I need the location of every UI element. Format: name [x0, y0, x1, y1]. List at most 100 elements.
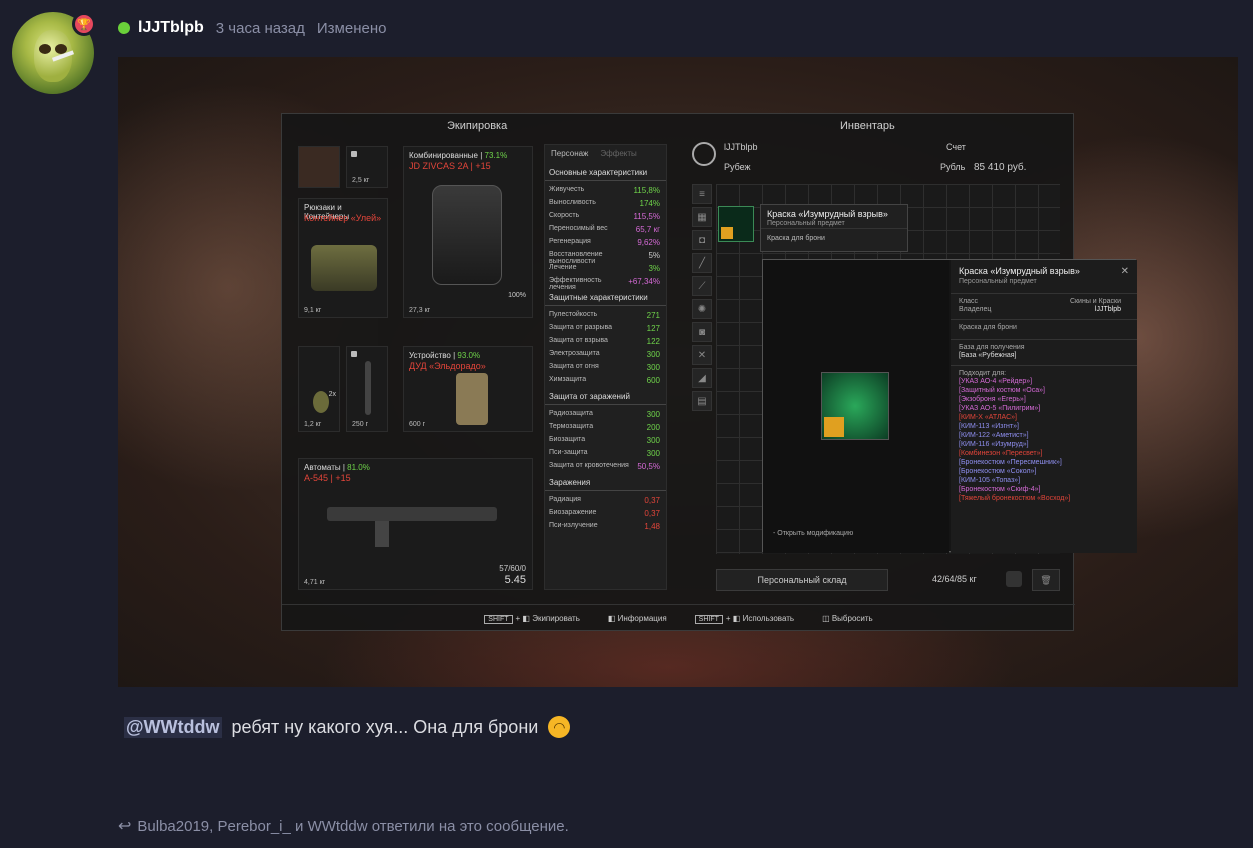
detail-personal: Персональный предмет — [951, 276, 1137, 294]
stat-row: Электрозащита 300 — [545, 348, 666, 361]
grenade-slot[interactable]: 2x 1,2 кг — [298, 346, 340, 432]
stat-value: 3% — [648, 264, 660, 273]
stat-row: Регенерация 9,62% — [545, 236, 666, 249]
stat-row: Восстановление выносливости 5% — [545, 249, 666, 265]
tab-effects[interactable]: Эффекты — [594, 145, 642, 163]
stat-name: Биозаражение — [549, 509, 597, 516]
base-value: [База «Рубежная] — [951, 351, 1137, 366]
close-icon[interactable]: ✕ — [1121, 266, 1129, 277]
inventory-filter-bar: ≡ ▦ ◘ ╱ ⟋ ✺ ◙ ✕ ◢ ▤ — [692, 184, 714, 414]
paint-item-cell[interactable] — [718, 206, 754, 242]
stat-name: Электрозащита — [549, 350, 600, 357]
main-stats-header: Основные характеристики — [545, 163, 666, 181]
stat-value: 200 — [646, 423, 660, 432]
lock-icon — [351, 151, 357, 157]
compatible-item: [УКАЗ АО-4 «Рейдер»] — [959, 378, 1033, 385]
lock-icon — [351, 351, 357, 357]
compatible-item: [УКАЗ АО-5 «Пилигрим»] — [959, 405, 1041, 412]
container-image — [311, 245, 377, 291]
compatible-item: [Комбинезон «Пересвет»] — [959, 450, 1043, 457]
player-name: lJJTblpb — [724, 142, 758, 152]
compatible-item: [Тяжелый бронекостюм «Восход»] — [959, 495, 1071, 502]
item-info-panel: Краска «Изумрудный взрыв» ✕ Персональный… — [951, 260, 1137, 553]
compatible-item: [КИМ-116 «Изумруд»] — [959, 441, 1029, 448]
hint-equip: SHIFT + ◧ Экипировать — [484, 614, 580, 624]
stat-row: Радиозащита 300 — [545, 408, 666, 421]
armor-filter-icon[interactable]: ◘ — [692, 230, 712, 250]
stat-row: Радиация 0,37 — [545, 494, 666, 507]
stat-name: Защита от разрыва — [549, 324, 613, 331]
stat-value: 300 — [646, 410, 660, 419]
camera-filter-icon[interactable]: ◙ — [692, 322, 712, 342]
stat-value: 115,8% — [633, 186, 660, 195]
stat-value: 115,5% — [633, 212, 660, 221]
user-mention[interactable]: @WWtddw — [124, 716, 222, 738]
paint-preview-image — [821, 372, 889, 440]
list-view-icon[interactable]: ≡ — [692, 184, 712, 204]
armor-durability: 100% — [508, 292, 526, 299]
grenade-image — [313, 391, 329, 413]
device-slot[interactable]: Устройство | 93.0% ДУД «Эльдорадо» 600 г — [403, 346, 533, 432]
stat-value: 9,62% — [637, 238, 660, 247]
stat-row: Защита от разрыва 127 — [545, 322, 666, 335]
tools-filter-icon[interactable]: ✕ — [692, 345, 712, 365]
stat-row: Пулестойкость 271 — [545, 309, 666, 322]
inf-stats-header: Заражения — [545, 473, 666, 491]
weapon-filter-icon[interactable]: ╱ — [692, 253, 712, 273]
stat-name: Защита от взрыва — [549, 337, 608, 344]
tab-character[interactable]: Персонаж — [545, 145, 594, 163]
mask-slot[interactable] — [298, 146, 340, 188]
grenade-count: 2x — [328, 391, 336, 398]
tooltip-item-name: Краска «Изумрудный взрыв» — [767, 209, 888, 219]
message-text: ребят ну какого хуя... Она для брони — [231, 716, 539, 737]
stat-name: Пулестойкость — [549, 311, 598, 318]
stat-value: 122 — [646, 337, 660, 346]
box-filter-icon[interactable]: ▤ — [692, 391, 712, 411]
attached-screenshot[interactable]: Экипировка Инвентарь 2,5 кг Рюкзаки и Ко… — [118, 57, 1238, 687]
stat-name: Радиозащита — [549, 410, 593, 417]
rifle-label: Автоматы | 81.0% — [304, 463, 370, 472]
stat-value: 300 — [646, 350, 660, 359]
stat-name: Термозащита — [549, 423, 594, 430]
trash-icon[interactable]: 🗑 — [1032, 569, 1060, 591]
stat-name: Лечение — [549, 264, 577, 271]
compatible-item: [КИМ-105 «Топаз»] — [959, 477, 1021, 484]
class-value: Скины и Краски — [1069, 298, 1121, 305]
stat-row: Живучесть 115,8% — [545, 184, 666, 197]
stat-row: Эффективность лечения +67,34% — [545, 275, 666, 291]
storage-weight: 42/64/85 кг — [932, 574, 977, 584]
game-inventory-window: Экипировка Инвентарь 2,5 кг Рюкзаки и Ко… — [281, 113, 1137, 631]
open-modifications[interactable]: - Открыть модификацию — [773, 530, 853, 537]
stat-name: Восстановление выносливости — [549, 251, 603, 265]
backpack-slot[interactable]: Рюкзаки и Контейнеры Контейнер «Улей» 9,… — [298, 198, 388, 318]
grid-view-icon[interactable]: ▦ — [692, 207, 712, 227]
knife-filter-icon[interactable]: ⟋ — [692, 276, 712, 296]
stat-row: Химзащита 600 — [545, 374, 666, 387]
knife-slot[interactable]: 250 г — [346, 346, 388, 432]
compatible-item: [КИМ-122 «Аметист»] — [959, 432, 1029, 439]
armor-slot[interactable]: Комбинированные | 73.1% JD ZIVCAS 2A | +… — [403, 146, 533, 318]
personal-storage-button[interactable]: Персональный склад — [716, 569, 888, 591]
helmet-weight: 2,5 кг — [352, 177, 370, 184]
stat-value: 300 — [646, 436, 660, 445]
stat-row: Скорость 115,5% — [545, 210, 666, 223]
account-label: Счет — [946, 142, 966, 152]
helmet-slot[interactable]: 2,5 кг — [346, 146, 388, 188]
armor-image — [432, 185, 502, 285]
item-tooltip-small: Краска «Изумрудный взрыв» Персональный п… — [760, 204, 908, 252]
artifact-filter-icon[interactable]: ✺ — [692, 299, 712, 319]
stat-row: Переносимый вес 65,7 кг — [545, 223, 666, 236]
stat-name: Химзащита — [549, 376, 587, 383]
rifle-slot[interactable]: Автоматы | 81.0% А-545 | +15 57/60/0 5.4… — [298, 458, 533, 590]
stat-name: Выносливость — [549, 199, 596, 206]
replies-indicator[interactable]: ↩ Bulba2019, Perebor_i_ и WWtddw ответил… — [118, 816, 569, 836]
stat-value: 300 — [646, 363, 660, 372]
stat-name: Биозащита — [549, 436, 586, 443]
post-author[interactable]: lJJTblpb — [138, 19, 204, 37]
blueprint-filter-icon[interactable]: ◢ — [692, 368, 712, 388]
device-name: ДУД «Эльдорадо» — [409, 361, 486, 371]
detail-item-for: Краска для брони — [951, 320, 1137, 340]
post-time[interactable]: 3 часа назад — [216, 20, 305, 37]
base-label: База для получения — [959, 344, 1025, 351]
edited-label[interactable]: Изменено — [317, 20, 387, 37]
